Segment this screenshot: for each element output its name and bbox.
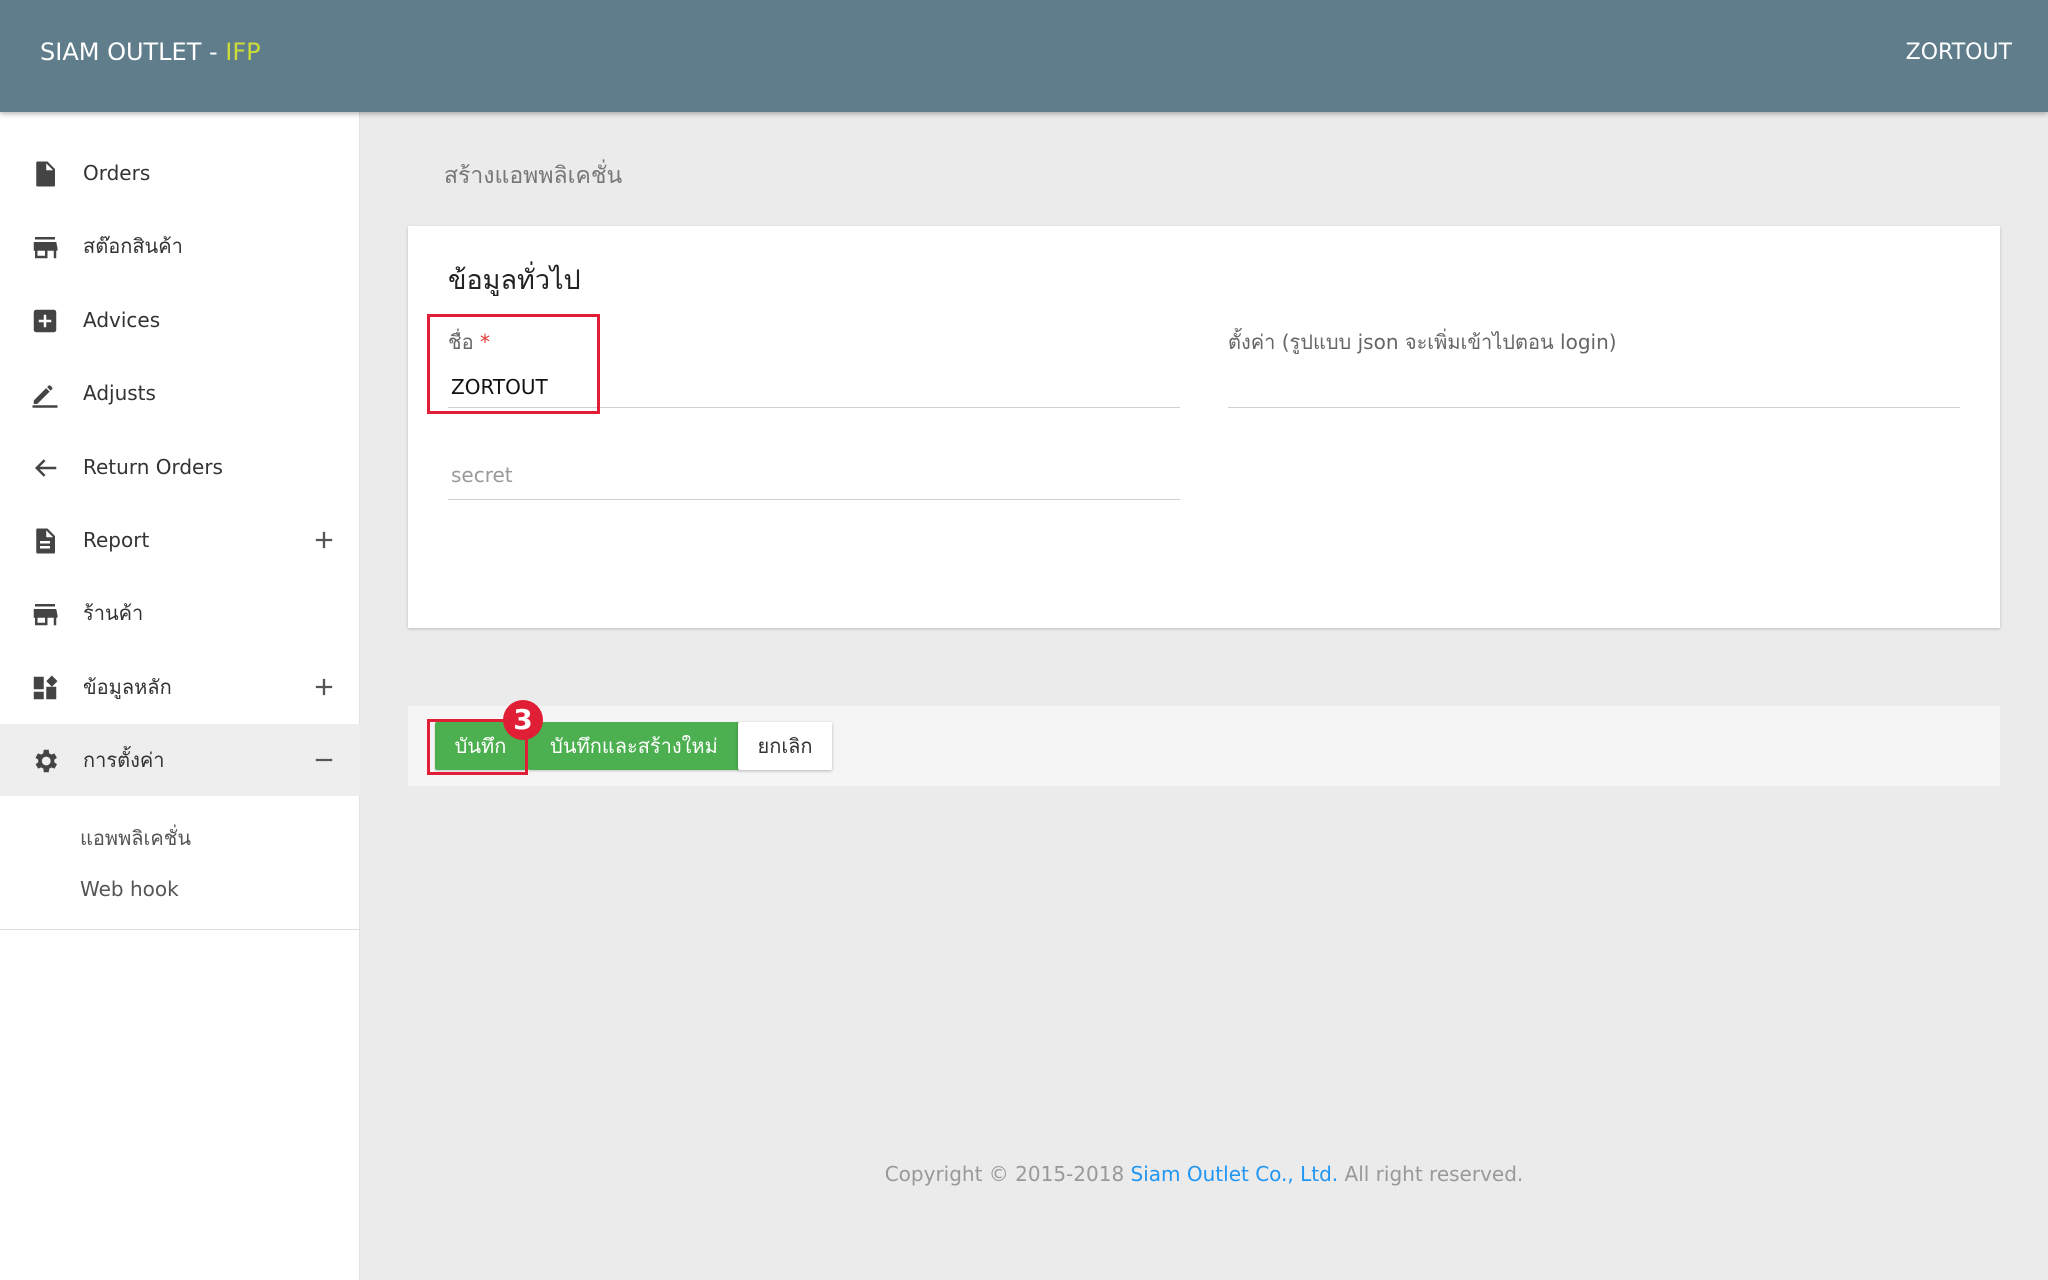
settings-field-label: ตั้งค่า (รูปแบบ json จะเพิ่มเข้าไปตอน lo…	[1228, 330, 1617, 354]
sidebar-item-orders[interactable]: Orders	[0, 137, 360, 209]
company-link[interactable]: Siam Outlet Co., Ltd.	[1131, 1162, 1339, 1186]
gear-icon	[35, 749, 58, 773]
return-arrow-icon	[35, 459, 57, 477]
sidebar-item-label: ข้อมูลหลัก	[83, 675, 172, 699]
footer-copyright: Copyright © 2015-2018	[884, 1162, 1131, 1186]
sidebar-subitem-webhook[interactable]: Web hook	[80, 877, 179, 901]
section-title: ข้อมูลทั่วไป	[448, 265, 581, 296]
store-icon	[33, 604, 58, 626]
sidebar-item-label: Advices	[83, 308, 161, 332]
sidebar-item-shop[interactable]: ร้านค้า	[0, 577, 360, 649]
name-field-label: ชื่อ *	[448, 326, 490, 358]
settings-field[interactable]	[1228, 366, 1960, 408]
sidebar-item-report[interactable]: Report	[0, 504, 360, 576]
sidebar-item-advices[interactable]: Advices	[0, 284, 360, 356]
store-icon	[33, 237, 58, 259]
general-info-card: ข้อมูลทั่วไป ชื่อ * ตั้งค่า (รูปแบบ json…	[408, 226, 2000, 628]
required-mark: *	[479, 330, 490, 354]
pencil-icon	[32, 385, 58, 408]
sidebar-item-label: การตั้งค่า	[83, 748, 165, 772]
plus-icon[interactable]	[310, 526, 338, 554]
footer-rights: All right reserved.	[1338, 1162, 1524, 1186]
step-badge: 3	[503, 700, 543, 740]
name-field[interactable]	[448, 366, 1180, 408]
top-app-bar: SIAM OUTLET - IFP ZORTOUT	[0, 0, 2048, 112]
form-action-bar: บันทึก บันทึกและสร้างใหม่ ยกเลิก	[408, 706, 2000, 786]
page-title: สร้างแอพพลิเคชั่น	[444, 163, 623, 189]
save-and-new-button[interactable]: บันทึกและสร้างใหม่	[528, 722, 740, 770]
brand-name: SIAM OUTLET -	[40, 38, 226, 66]
report-icon	[36, 528, 55, 554]
sidebar-subitem-applications[interactable]: แอพพลิเคชั่น	[80, 822, 191, 854]
sidebar-item-settings[interactable]: การตั้งค่า	[0, 724, 360, 796]
dashboard-icon	[33, 675, 58, 700]
add-box-icon	[33, 309, 57, 333]
sidebar-divider	[0, 929, 360, 930]
app-brand[interactable]: SIAM OUTLET - IFP	[40, 38, 261, 66]
document-icon	[36, 161, 55, 187]
sidebar-item-label: Orders	[83, 161, 151, 185]
minus-icon[interactable]	[310, 746, 338, 774]
cancel-button[interactable]: ยกเลิก	[738, 722, 832, 770]
sidebar-item-stock[interactable]: สต๊อกสินค้า	[0, 210, 360, 282]
sidebar: Orders สต๊อกสินค้า Advices Adjusts Retur…	[0, 112, 360, 1280]
secret-field[interactable]	[448, 450, 1180, 500]
sidebar-item-label: ร้านค้า	[83, 601, 144, 625]
sidebar-item-label: Return Orders	[83, 455, 223, 479]
user-menu[interactable]: ZORTOUT	[1906, 40, 2012, 65]
sidebar-item-label: Adjusts	[83, 381, 156, 405]
sidebar-item-label: Report	[83, 528, 150, 552]
plus-icon[interactable]	[310, 673, 338, 701]
sidebar-item-label: สต๊อกสินค้า	[83, 234, 183, 258]
sidebar-item-master-data[interactable]: ข้อมูลหลัก	[0, 651, 360, 723]
brand-accent: IFP	[225, 38, 261, 66]
sidebar-item-adjusts[interactable]: Adjusts	[0, 357, 360, 429]
sidebar-item-return-orders[interactable]: Return Orders	[0, 431, 360, 503]
footer: Copyright © 2015-2018 Siam Outlet Co., L…	[0, 1162, 2048, 1186]
name-label-text: ชื่อ	[448, 330, 474, 354]
